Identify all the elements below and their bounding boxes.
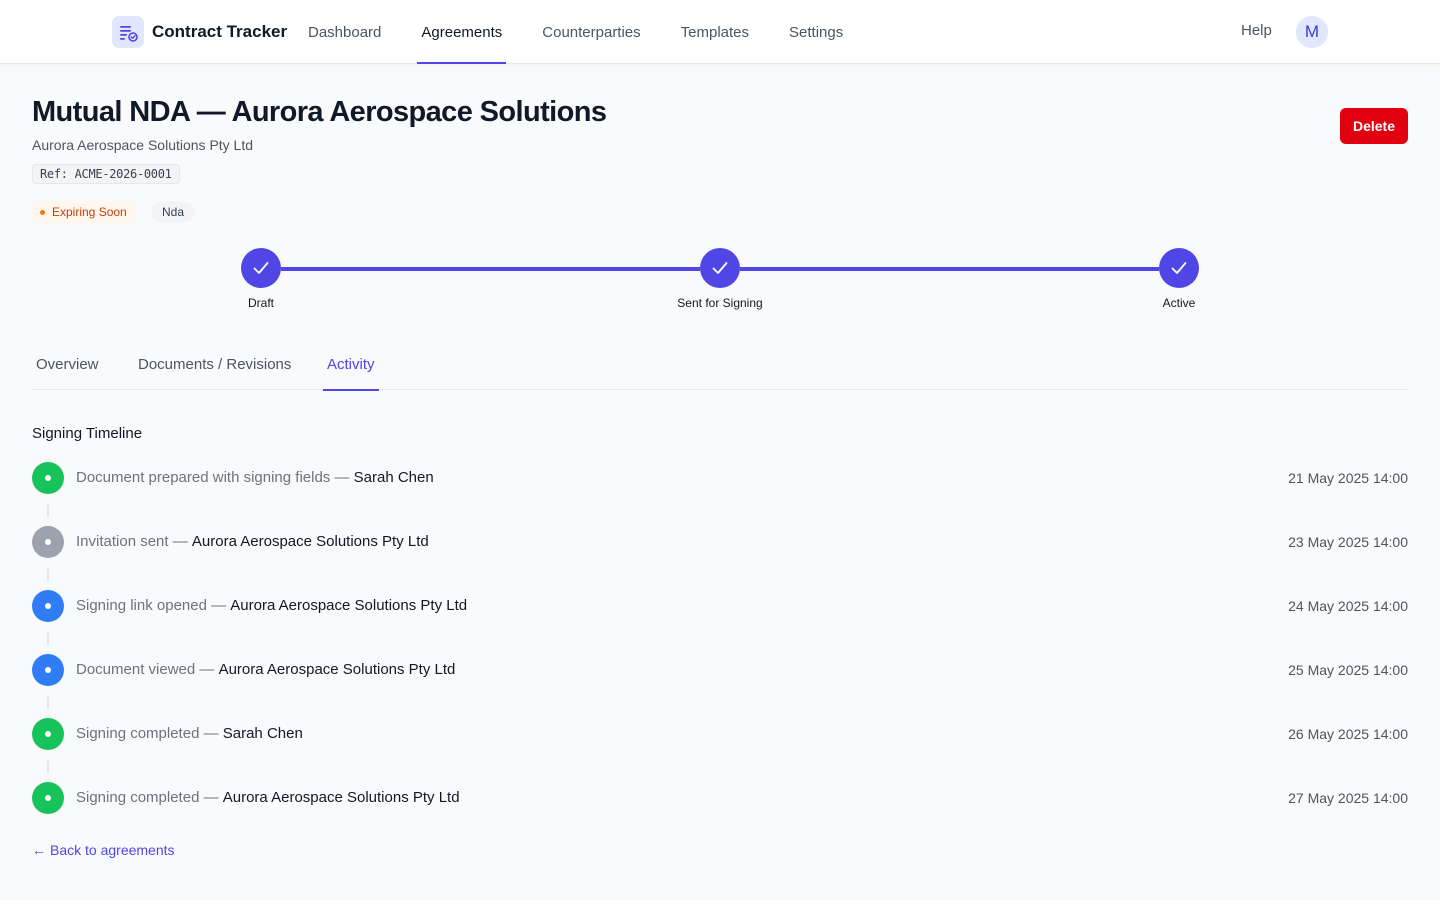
timeline-dot-icon [32,782,64,814]
timeline-event: Document viewed — Aurora Aerospace Solut… [76,661,455,678]
timeline-event: Signing link opened — Aurora Aerospace S… [76,597,467,614]
timeline-connector [47,695,49,709]
tab-overview[interactable]: Overview [36,338,99,390]
stepper-connector [740,267,1159,271]
status-badge: Expiring Soon [32,201,136,223]
event-actor: Aurora Aerospace Solutions Pty Ltd [230,597,468,614]
step-active-check [1159,248,1199,288]
status-dot-icon [40,209,45,215]
event-timestamp: 26 May 2025 14:00 [1288,726,1408,742]
type-badge: Nda [152,201,195,223]
event-action: Invitation sent — [76,533,192,550]
step-sent-check [700,248,740,288]
event-timestamp: 25 May 2025 14:00 [1288,662,1408,678]
event-actor: Sarah Chen [353,469,434,486]
step-label-draft: Draft [247,296,274,310]
main-nav: Dashboard Agreements Counterparties Temp… [288,0,863,64]
nav-item-templates[interactable]: Templates [661,0,769,64]
event-action: Signing link opened — [76,597,231,614]
event-action: Signing completed — [76,789,223,806]
contract-doc-icon [112,16,144,48]
timeline-event: Invitation sent — Aurora Aerospace Solut… [76,533,429,550]
detail-tabs: Overview Documents / Revisions Activity [32,338,1408,391]
timeline-event: Signing completed — Aurora Aerospace Sol… [76,789,460,806]
event-timestamp: 21 May 2025 14:00 [1288,470,1408,486]
brand[interactable]: Contract Tracker [112,16,287,48]
event-action: Signing completed — [76,725,223,742]
timeline-connector [47,631,49,645]
tab-documents-revisions[interactable]: Documents / Revisions [138,338,291,390]
step-label-sent: Sent for Signing [677,296,763,310]
timeline-dot-icon [32,654,64,686]
timeline-dot-icon [32,526,64,558]
event-timestamp: 24 May 2025 14:00 [1288,598,1408,614]
timeline-dot-icon [32,718,64,750]
help-link[interactable]: Help [1241,22,1272,39]
timeline-event: Document prepared with signing fields — … [76,469,434,486]
nav-item-dashboard[interactable]: Dashboard [288,0,401,64]
timeline-event: Signing completed — Sarah Chen [76,725,303,742]
event-timestamp: 23 May 2025 14:00 [1288,534,1408,550]
step-label-active: Active [1162,296,1196,310]
page-title: Mutual NDA — Aurora Aerospace Solutions [32,96,607,128]
status-badge-label: Expiring Soon [52,205,127,219]
nav-item-settings[interactable]: Settings [769,0,863,64]
back-link-label: Back to agreements [50,842,175,858]
event-actor: Sarah Chen [222,725,303,742]
step-draft-check [241,248,281,288]
nav-item-counterparties[interactable]: Counterparties [522,0,660,64]
timeline-connector [47,759,49,773]
event-action: Document prepared with signing fields — [76,469,354,486]
timeline-dot-icon [32,462,64,494]
back-to-agreements-link[interactable]: ← Back to agreements [32,842,175,858]
counterparty-name: Aurora Aerospace Solutions Pty Ltd [32,137,254,153]
user-avatar[interactable]: M [1296,16,1328,48]
timeline-title: Signing Timeline [32,425,143,442]
event-actor: Aurora Aerospace Solutions Pty Ltd [191,533,429,550]
event-action: Document viewed — [76,661,219,678]
nav-item-agreements[interactable]: Agreements [401,0,522,64]
stepper-connector [281,267,700,271]
check-icon [712,262,728,274]
event-actor: Aurora Aerospace Solutions Pty Ltd [218,661,456,678]
delete-button[interactable]: Delete [1340,108,1408,144]
top-navbar: Contract Tracker Dashboard Agreements Co… [0,0,1440,64]
timeline-connector [47,503,49,517]
tab-activity[interactable]: Activity [323,338,378,391]
arrow-left-icon: ← [32,842,46,858]
timeline-connector [47,567,49,581]
check-icon [253,262,269,274]
app-name: Contract Tracker [152,22,288,41]
reference-chip: Ref: ACME-2026-0001 [32,164,180,184]
timeline-dot-icon [32,590,64,622]
check-icon [1171,262,1187,274]
event-timestamp: 27 May 2025 14:00 [1288,790,1408,806]
event-actor: Aurora Aerospace Solutions Pty Ltd [222,789,460,806]
